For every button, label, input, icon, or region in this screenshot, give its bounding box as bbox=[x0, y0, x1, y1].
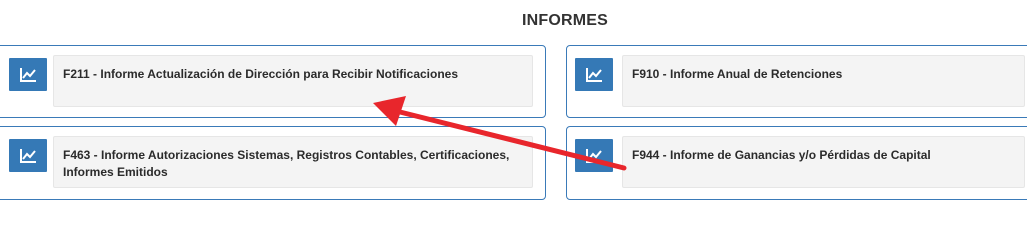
report-card-f944[interactable]: F944 - Informe de Ganancias y/o Pérdidas… bbox=[566, 126, 1027, 200]
page-title: INFORMES bbox=[521, 12, 609, 29]
report-card-f910[interactable]: F910 - Informe Anual de Retenciones bbox=[566, 45, 1027, 118]
report-card-label[interactable]: F211 - Informe Actualización de Direcció… bbox=[53, 55, 533, 107]
report-card-label[interactable]: F463 - Informe Autorizaciones Sistemas, … bbox=[53, 136, 533, 188]
chart-line-icon[interactable] bbox=[575, 139, 613, 172]
chart-line-icon[interactable] bbox=[575, 58, 613, 91]
report-card-f211[interactable]: F211 - Informe Actualización de Direcció… bbox=[0, 45, 546, 118]
report-card-label[interactable]: F910 - Informe Anual de Retenciones bbox=[622, 55, 1025, 107]
chart-line-icon[interactable] bbox=[9, 58, 47, 91]
report-card-label[interactable]: F944 - Informe de Ganancias y/o Pérdidas… bbox=[622, 136, 1025, 188]
chart-line-icon[interactable] bbox=[9, 139, 47, 172]
report-card-f463[interactable]: F463 - Informe Autorizaciones Sistemas, … bbox=[0, 126, 546, 200]
